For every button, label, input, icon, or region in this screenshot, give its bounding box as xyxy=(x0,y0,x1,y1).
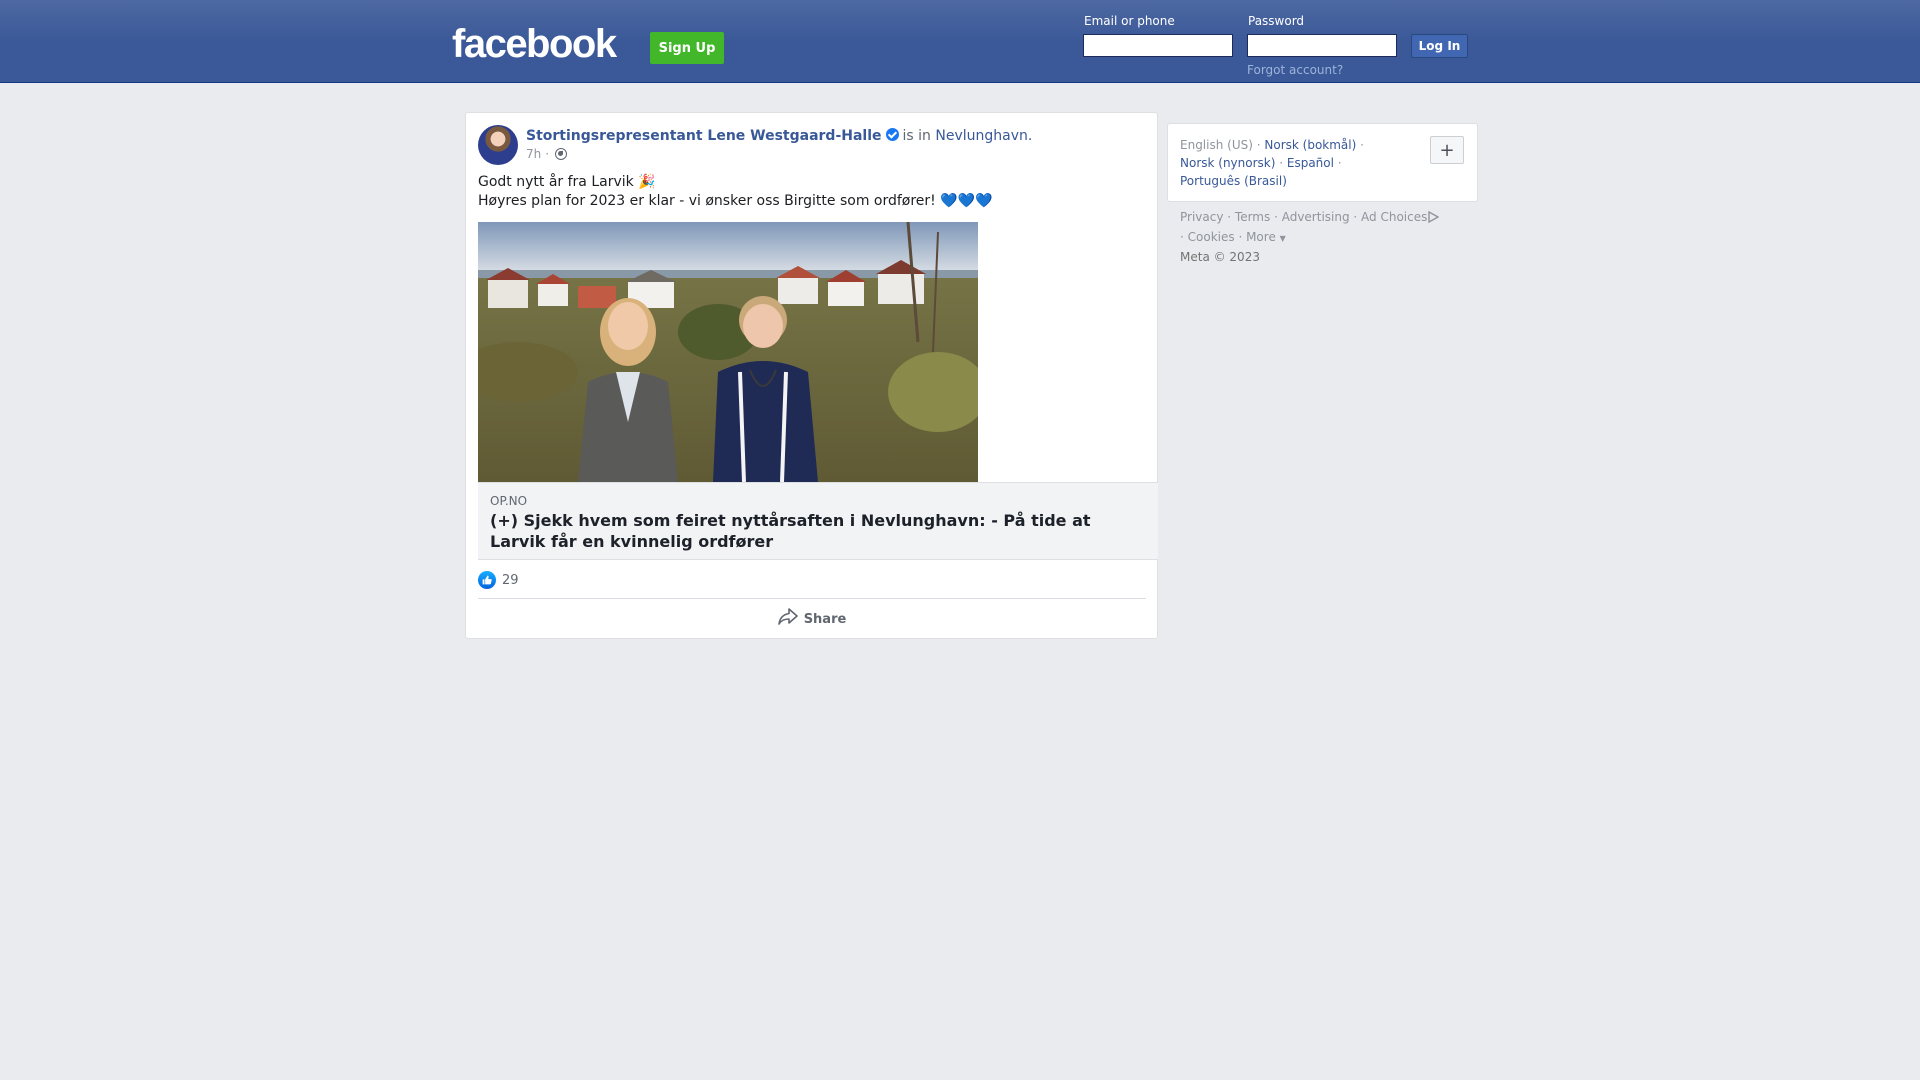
link-preview[interactable]: OP.NO (+) Sjekk hvem som feiret nyttårsa… xyxy=(478,482,1158,560)
reactions-summary[interactable]: 29 xyxy=(478,571,519,589)
link-title[interactable]: (+) Sjekk hvem som feiret nyttårsaften i… xyxy=(490,510,1130,552)
privacy-link[interactable]: Privacy xyxy=(1180,210,1223,224)
footer-links: Privacy · Terms · Advertising · Ad Choic… xyxy=(1180,208,1480,266)
ad-choices-icon xyxy=(1427,210,1440,228)
is-in-text: is in xyxy=(902,128,931,144)
cookies-link[interactable]: Cookies xyxy=(1188,230,1235,244)
author-avatar[interactable] xyxy=(478,125,518,165)
action-divider xyxy=(478,598,1146,599)
sign-up-button[interactable]: Sign Up xyxy=(650,32,724,64)
email-field[interactable] xyxy=(1083,34,1233,57)
chevron-down-icon: ▼ xyxy=(1279,234,1286,243)
language-english-us[interactable]: English (US) xyxy=(1180,138,1253,152)
password-field[interactable] xyxy=(1247,34,1397,57)
facebook-logo[interactable]: facebook xyxy=(452,22,617,67)
advertising-link[interactable]: Advertising xyxy=(1282,210,1350,224)
language-norsk-bokmal[interactable]: Norsk (bokmål) xyxy=(1264,138,1356,152)
post-header: Stortingsrepresentant Lene Westgaard-Hal… xyxy=(526,127,1032,145)
language-espanol[interactable]: Español xyxy=(1287,156,1334,170)
language-norsk-nynorsk[interactable]: Norsk (nynorsk) xyxy=(1180,156,1275,170)
reaction-count: 29 xyxy=(502,572,519,588)
post-timestamp[interactable]: 7h xyxy=(526,147,541,161)
link-domain: OP.NO xyxy=(490,494,528,508)
share-arrow-icon xyxy=(777,608,798,630)
copyright: Meta © 2023 xyxy=(1180,250,1260,264)
more-link[interactable]: More xyxy=(1246,230,1276,244)
add-language-button[interactable]: + xyxy=(1430,136,1464,164)
meta-separator: · xyxy=(545,147,550,161)
author-name[interactable]: Stortingsrepresentant Lene Westgaard-Hal… xyxy=(526,128,882,144)
globe-icon xyxy=(555,148,568,160)
post-image[interactable] xyxy=(478,222,978,482)
share-label: Share xyxy=(803,611,847,627)
post-text-line-2: Høyres plan for 2023 er klar - vi ønsker… xyxy=(478,193,993,209)
post-photo xyxy=(478,222,978,482)
email-label: Email or phone xyxy=(1084,14,1175,28)
password-label: Password xyxy=(1248,14,1305,28)
post-meta: 7h · xyxy=(526,147,568,161)
ad-choices-link[interactable]: Ad Choices xyxy=(1361,210,1427,224)
language-portugues-brasil[interactable]: Português (Brasil) xyxy=(1180,174,1287,188)
log-in-button[interactable]: Log In xyxy=(1411,34,1468,58)
share-button[interactable]: Share xyxy=(478,603,1146,635)
forgot-account-link[interactable]: Forgot account? xyxy=(1247,63,1343,77)
language-selector: English (US) · Norsk (bokmål) · Norsk (n… xyxy=(1167,123,1478,202)
post-text-line-1: Godt nytt år fra Larvik 🎉 xyxy=(478,174,656,190)
post-text: Godt nytt år fra Larvik 🎉 Høyres plan fo… xyxy=(478,173,993,211)
terms-link[interactable]: Terms xyxy=(1235,210,1270,224)
top-bar: facebook Sign Up Email or phone Password… xyxy=(0,0,1920,83)
location-link[interactable]: Nevlunghavn. xyxy=(935,128,1032,144)
like-icon xyxy=(478,571,496,589)
language-list: English (US) · Norsk (bokmål) · Norsk (n… xyxy=(1180,138,1364,188)
post-card: Stortingsrepresentant Lene Westgaard-Hal… xyxy=(465,112,1158,639)
verified-badge-icon xyxy=(885,128,899,141)
